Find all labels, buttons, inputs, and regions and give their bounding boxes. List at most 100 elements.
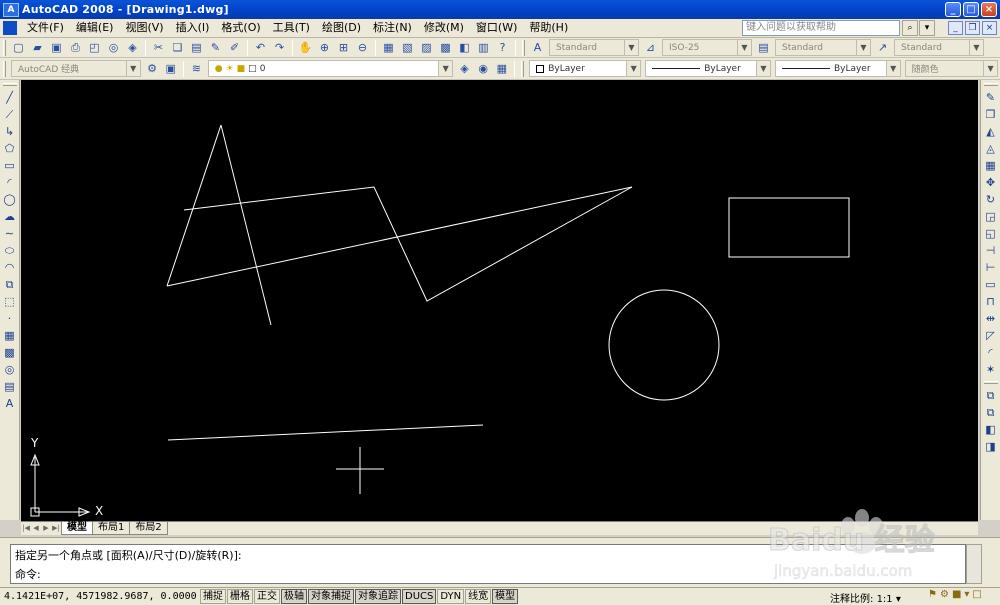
autocad-app-icon[interactable]: A [3, 2, 19, 17]
array-icon[interactable]: ▦ [982, 157, 999, 174]
menu-file[interactable]: 文件(F) [21, 19, 70, 37]
3d-dwf-icon[interactable]: ◈ [124, 39, 141, 56]
dyn-toggle[interactable]: DYN [437, 589, 465, 604]
menu-dimension[interactable]: 标注(N) [367, 19, 418, 37]
snap-toggle[interactable]: 捕捉 [200, 589, 226, 604]
cut-icon[interactable]: ✂ [150, 39, 167, 56]
help-search-input[interactable]: 键入问题以获取帮助 [742, 20, 900, 36]
rectangle-icon[interactable]: ▭ [1, 157, 18, 174]
properties-icon[interactable]: ▦ [380, 39, 397, 56]
menu-modify[interactable]: 修改(M) [418, 19, 470, 37]
document-icon[interactable] [3, 21, 17, 35]
drawn-line[interactable] [166, 186, 633, 287]
calculator-icon[interactable]: ▥ [475, 39, 492, 56]
doc-minimize-button[interactable]: _ [948, 21, 963, 35]
help-icon[interactable]: ? [494, 39, 511, 56]
copy-icon[interactable]: ❏ [169, 39, 186, 56]
zoom-realtime-icon[interactable]: ⊕ [316, 39, 333, 56]
toolbar-grip[interactable] [3, 60, 6, 77]
print-icon[interactable]: ⎙ [67, 39, 84, 56]
command-prompt[interactable]: 命令: [15, 566, 41, 582]
break-at-point-icon[interactable]: ▭ [982, 276, 999, 293]
clean-screen-icon[interactable]: □ [972, 589, 981, 600]
ortho-toggle[interactable]: 正交 [254, 589, 280, 604]
break-icon[interactable]: ⊓ [982, 293, 999, 310]
join-icon[interactable]: ⇹ [982, 310, 999, 327]
menu-edit[interactable]: 编辑(E) [70, 19, 120, 37]
doc-close-button[interactable]: × [982, 21, 997, 35]
block-editor-icon[interactable]: ✐ [226, 39, 243, 56]
table-style-icon[interactable]: ▤ [755, 39, 772, 56]
workspace-select[interactable]: AutoCAD 经典 ▼ [10, 60, 141, 77]
lock-icon[interactable]: ■ [952, 589, 961, 600]
coordinate-readout[interactable]: 4.1421E+07, 4571982.9687, 0.0000 [0, 591, 200, 602]
rotate-icon[interactable]: ↻ [982, 191, 999, 208]
polar-toggle[interactable]: 极轴 [281, 589, 307, 604]
ducs-toggle[interactable]: DUCS [402, 589, 437, 604]
paste-icon[interactable]: ▤ [188, 39, 205, 56]
grid-toggle[interactable]: 栅格 [227, 589, 253, 604]
drawn-line[interactable] [167, 424, 484, 441]
chevron-down-icon[interactable]: ▾ [919, 20, 935, 36]
offset-icon[interactable]: ◬ [982, 140, 999, 157]
toolbar-grip[interactable] [983, 83, 998, 86]
color-select[interactable]: ByLayer ▼ [529, 60, 642, 77]
lineweight-select[interactable]: ByLayer ▼ [774, 60, 901, 77]
point-icon[interactable]: · [1, 310, 18, 327]
copy-object-icon[interactable]: ❐ [982, 106, 999, 123]
multileader-style-icon[interactable]: ↗ [874, 39, 891, 56]
drawing-canvas[interactable]: X Y [21, 80, 978, 521]
circle-icon[interactable]: ◯ [1, 191, 18, 208]
drawn-line[interactable] [220, 124, 272, 326]
spline-icon[interactable]: ∼ [1, 225, 18, 242]
annotation-visibility-icon[interactable]: ⚑ [928, 589, 937, 600]
explode-icon[interactable]: ✶ [982, 361, 999, 378]
menu-help[interactable]: 帮助(H) [523, 19, 574, 37]
drawn-line[interactable] [166, 124, 222, 287]
search-icon[interactable]: ⌕ [902, 20, 918, 36]
revision-cloud-icon[interactable]: ☁ [1, 208, 18, 225]
menu-draw[interactable]: 绘图(D) [316, 19, 367, 37]
menu-format[interactable]: 格式(O) [215, 19, 266, 37]
toolbar-grip[interactable] [2, 83, 17, 86]
plot-preview-icon[interactable]: ◰ [86, 39, 103, 56]
text-style-icon[interactable]: A [529, 39, 546, 56]
command-area[interactable]: 指定另一个角点或 [面积(A)/尺寸(D)/旋转(R)]: 命令: [10, 544, 966, 584]
mirror-icon[interactable]: ◭ [982, 123, 999, 140]
multiline-text-icon[interactable]: A [1, 395, 18, 412]
dim-style-select[interactable]: ISO-25 ▼ [662, 39, 752, 56]
doc-restore-button[interactable]: ❐ [965, 21, 980, 35]
match-properties-icon[interactable]: ✎ [207, 39, 224, 56]
zoom-previous-icon[interactable]: ⊖ [354, 39, 371, 56]
fillet-icon[interactable]: ◜ [982, 344, 999, 361]
make-object-layer-current-icon[interactable]: ◈ [456, 60, 473, 77]
menu-insert[interactable]: 插入(I) [170, 19, 216, 37]
line-tool-icon[interactable]: ╱ [1, 89, 18, 106]
tab-layout1[interactable]: 布局1 [92, 522, 131, 535]
lineweight-toggle[interactable]: 线宽 [465, 589, 492, 604]
table-icon[interactable]: ▤ [1, 378, 18, 395]
insert-block-icon[interactable]: ⧉ [1, 276, 18, 293]
draworder-under-icon[interactable]: ◨ [982, 438, 999, 455]
markup-icon[interactable]: ◧ [456, 39, 473, 56]
drawn-circle[interactable] [608, 289, 720, 401]
ellipse-arc-icon[interactable]: ◠ [1, 259, 18, 276]
toolbar-grip[interactable] [3, 39, 6, 56]
multileader-style-select[interactable]: Standard ▼ [894, 39, 984, 56]
workspace-settings-icon[interactable]: ⚙ [144, 60, 161, 77]
dim-style-icon[interactable]: ⊿ [642, 39, 659, 56]
new-file-icon[interactable]: ▢ [10, 39, 27, 56]
publish-icon[interactable]: ◎ [105, 39, 122, 56]
draworder-front-icon[interactable]: ⧉ [982, 387, 999, 404]
command-scrollbar[interactable] [966, 544, 982, 584]
customize-icon[interactable]: ▣ [162, 60, 179, 77]
draworder-above-icon[interactable]: ◧ [982, 421, 999, 438]
scale-icon[interactable]: ◲ [982, 208, 999, 225]
extend-icon[interactable]: ⊢ [982, 259, 999, 276]
osnap-toggle[interactable]: 对象捕捉 [308, 589, 354, 604]
layer-states-icon[interactable]: ▦ [494, 60, 511, 77]
draworder-back-icon[interactable]: ⧉ [982, 404, 999, 421]
table-style-select[interactable]: Standard ▼ [775, 39, 871, 56]
auto-scale-icon[interactable]: ⚙ [940, 589, 949, 600]
make-block-icon[interactable]: ⬚ [1, 293, 18, 310]
